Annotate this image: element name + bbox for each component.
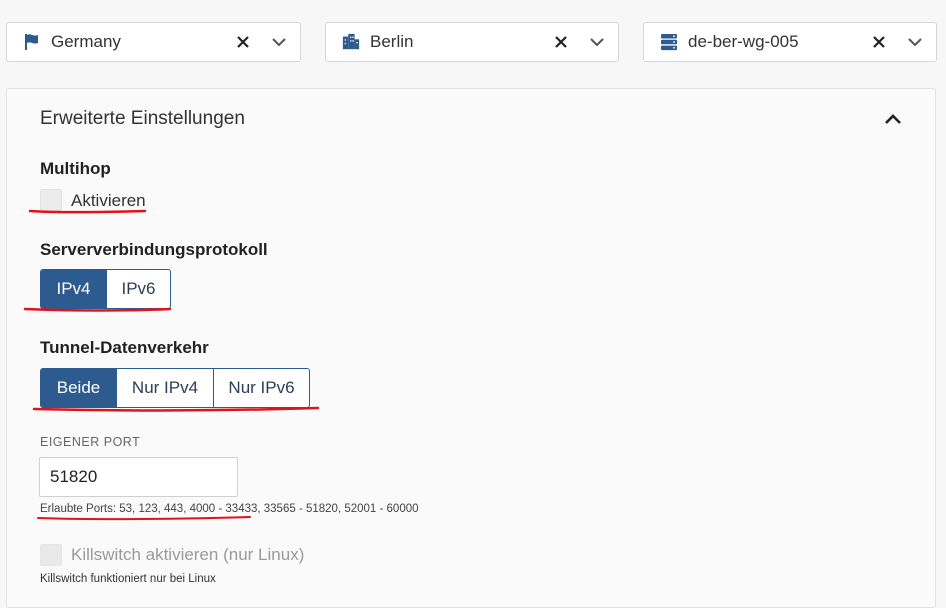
clear-country-icon[interactable] (234, 33, 252, 51)
city-icon (342, 33, 360, 51)
clear-server-icon[interactable] (870, 33, 888, 51)
clear-city-icon[interactable] (552, 33, 570, 51)
server-select-value: de-ber-wg-005 (688, 32, 799, 51)
server-icon (660, 33, 678, 51)
tunnel-traffic-label: Tunnel-Datenverkehr (40, 338, 209, 357)
tunnel-option-ipv4-only[interactable]: Nur IPv4 (116, 369, 213, 407)
country-select[interactable]: Germany (6, 22, 301, 62)
tunnel-option-both[interactable]: Beide (41, 369, 116, 407)
chevron-down-icon[interactable] (590, 35, 604, 49)
protocol-segmented-control: IPv4 IPv6 (40, 269, 171, 309)
tunnel-option-ipv6-only[interactable]: Nur IPv6 (213, 369, 309, 407)
city-select[interactable]: Berlin (325, 22, 619, 62)
protocol-label: Serververbindungsprotokoll (40, 240, 268, 259)
killswitch-label[interactable]: Killswitch aktivieren (nur Linux) (71, 545, 304, 565)
allowed-ports-help: Erlaubte Ports: 53, 123, 443, 4000 - 334… (40, 503, 419, 515)
custom-port-input[interactable]: 51820 (39, 457, 238, 497)
server-select[interactable]: de-ber-wg-005 (643, 22, 937, 62)
multihop-checkbox[interactable] (40, 189, 62, 211)
killswitch-checkbox[interactable] (40, 544, 62, 566)
advanced-settings-title: Erweiterte Einstellungen (40, 108, 245, 129)
tunnel-traffic-segmented-control: Beide Nur IPv4 Nur IPv6 (40, 368, 310, 408)
chevron-down-icon[interactable] (272, 35, 286, 49)
custom-port-label: EIGENER PORT (40, 435, 141, 449)
multihop-label: Multihop (40, 159, 111, 178)
flag-icon (23, 33, 41, 51)
multihop-checkbox-label[interactable]: Aktivieren (71, 191, 146, 211)
country-select-value: Germany (51, 32, 121, 51)
protocol-option-ipv4[interactable]: IPv4 (41, 270, 106, 308)
chevron-down-icon[interactable] (908, 35, 922, 49)
city-select-value: Berlin (370, 32, 414, 51)
protocol-option-ipv6[interactable]: IPv6 (106, 270, 170, 308)
advanced-settings-panel: Erweiterte Einstellungen Multihop Aktivi… (6, 88, 936, 608)
chevron-up-icon[interactable] (883, 111, 903, 127)
killswitch-help: Killswitch funktioniert nur bei Linux (40, 573, 216, 585)
